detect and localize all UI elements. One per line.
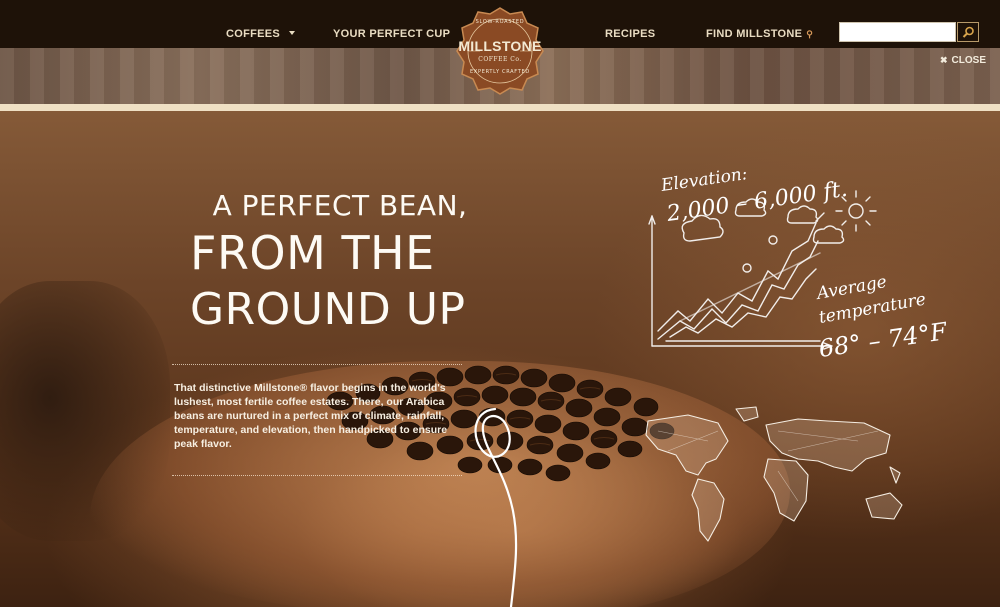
search-button[interactable] (957, 22, 979, 42)
close-icon: ✖ (940, 55, 948, 65)
divider-band (0, 104, 1000, 111)
logo-tagline-bottom: EXPERTLY CRAFTED (470, 69, 530, 75)
search-icon (962, 26, 974, 38)
hero-title-line-1: A PERFECT BEAN, (212, 189, 468, 222)
nav-coffees[interactable]: COFFEES (226, 0, 296, 48)
hero-body-brand: Millstone® (253, 382, 308, 394)
nav-find-millstone-label: FIND MILLSTONE (706, 28, 803, 40)
search-input[interactable] (839, 22, 956, 42)
hero-body-text: That distinctive Millstone® flavor begin… (174, 381, 464, 451)
hero-body-intro: That distinctive (174, 382, 254, 394)
hero-title-line-2: FROM THE (190, 226, 435, 280)
dotted-divider-top (172, 364, 462, 365)
nav-find-millstone[interactable]: FIND MILLSTONE ⚲ (706, 0, 813, 48)
dotted-divider-bottom (172, 475, 462, 476)
decorative-swirl (474, 407, 518, 607)
elevation-sketch: Elevation: 2,000 – 6,000 ft. Average tem… (648, 164, 950, 363)
nav-coffees-label: COFFEES (226, 28, 281, 40)
millstone-logo[interactable]: SLOW-ROASTED MILLSTONE COFFEE Co. EXPERT… (455, 6, 545, 96)
close-button[interactable]: ✖ CLOSE (940, 55, 986, 66)
world-map-sketch (645, 406, 903, 542)
nav-recipes-label: RECIPES (605, 28, 656, 40)
logo-subtitle: COFFEE Co. (478, 56, 522, 63)
elevation-label: Elevation: (659, 164, 749, 196)
logo-tagline-top: SLOW-ROASTED (475, 19, 525, 25)
hero-title: A PERFECT BEAN, FROM THE GROUND UP (190, 189, 490, 335)
nav-your-perfect-cup[interactable]: YOUR PERFECT CUP (333, 0, 450, 48)
close-label: CLOSE (951, 55, 986, 66)
logo-wordmark: MILLSTONE (458, 38, 542, 54)
nav-recipes[interactable]: RECIPES (605, 0, 655, 48)
location-pin-icon: ⚲ (806, 29, 814, 39)
hero-section: A PERFECT BEAN, FROM THE GROUND UP That … (0, 111, 1000, 607)
hero-title-line-3: GROUND UP (190, 284, 466, 335)
chevron-down-icon (289, 31, 296, 36)
nav-your-perfect-cup-label: YOUR PERFECT CUP (333, 28, 451, 40)
